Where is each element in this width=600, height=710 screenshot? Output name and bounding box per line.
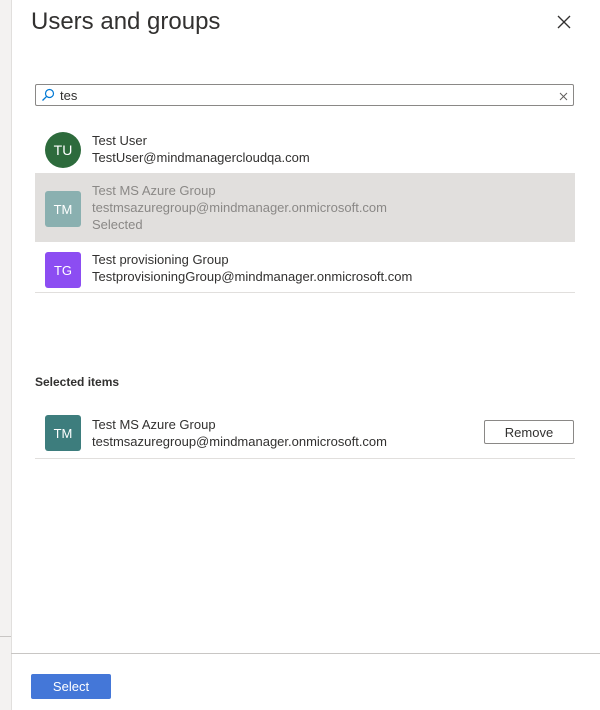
clear-icon[interactable] [558,89,569,101]
result-item-name: Test User [92,133,147,148]
result-item-name: Test provisioning Group [92,252,229,267]
remove-button[interactable]: Remove [484,420,574,444]
result-item-email: TestUser@mindmanagercloudqa.com [92,150,310,165]
avatar: TG [45,252,81,288]
avatar: TM [45,191,81,227]
result-item-test-provisioning-group[interactable]: TG Test provisioning Group Testprovision… [35,242,575,293]
search-icon [41,88,55,102]
users-and-groups-panel: Users and groups TU Test User TestU [0,0,600,710]
page-title: Users and groups [31,8,221,35]
selected-item-email: testmsazuregroup@mindmanager.onmicrosoft… [92,434,387,449]
close-icon[interactable] [553,11,575,33]
select-button[interactable]: Select [31,674,111,699]
selected-item: TM Test MS Azure Group testmsazuregroup@… [35,409,575,459]
result-item-text: Test MS Azure Group testmsazuregroup@min… [92,182,387,233]
divider [0,636,11,637]
result-item-email: testmsazuregroup@mindmanager.onmicrosoft… [92,200,387,215]
result-item-text: Test User TestUser@mindmanagercloudqa.co… [92,132,310,166]
selected-item-text: Test MS Azure Group testmsazuregroup@min… [92,416,387,450]
result-item-test-ms-azure-group[interactable]: TM Test MS Azure Group testmsazuregroup@… [35,174,575,242]
selected-items-heading: Selected items [35,375,120,389]
search-results-list: TU Test User TestUser@mindmanagercloudqa… [35,124,575,293]
footer-divider [11,653,600,654]
background-page-edge [0,0,12,710]
avatar: TU [45,132,81,168]
result-item-test-user[interactable]: TU Test User TestUser@mindmanagercloudqa… [35,124,575,174]
result-item-status: Selected [92,217,143,232]
result-item-name: Test MS Azure Group [92,183,216,198]
result-item-email: TestprovisioningGroup@mindmanager.onmicr… [92,269,413,284]
result-item-text: Test provisioning Group Testprovisioning… [92,251,412,285]
selected-item-name: Test MS Azure Group [92,417,216,432]
search-box[interactable] [35,84,574,106]
selected-items-list: TM Test MS Azure Group testmsazuregroup@… [35,409,575,459]
search-input[interactable] [60,86,540,104]
avatar: TM [45,415,81,451]
